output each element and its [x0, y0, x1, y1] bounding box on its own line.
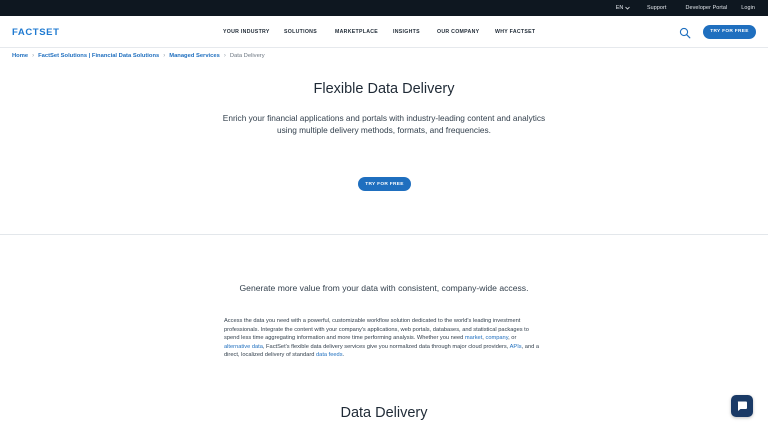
utility-links: EN Support Developer Portal Login [616, 0, 755, 16]
chevron-right-icon: › [32, 53, 35, 59]
chat-button[interactable] [731, 395, 753, 417]
data-delivery-heading: Data Delivery [340, 405, 428, 421]
nav-why-factset[interactable]: WHY FACTSET [495, 29, 535, 35]
developer-portal-link[interactable]: Developer Portal [686, 5, 728, 11]
chevron-right-icon: › [163, 53, 166, 59]
company-link[interactable]: company [485, 335, 508, 341]
body-text-3: , or [508, 335, 517, 341]
page-title: Flexible Data Delivery [313, 81, 455, 97]
login-link[interactable]: Login [741, 5, 755, 11]
try-for-free-hero-button[interactable]: TRY FOR FREE [358, 177, 411, 191]
chat-icon [737, 401, 747, 411]
body-text-6: . [342, 352, 345, 358]
breadcrumb-managed-services[interactable]: Managed Services [169, 53, 220, 59]
nav-solutions[interactable]: SOLUTIONS [284, 29, 317, 35]
utility-bar: EN Support Developer Portal Login [0, 0, 768, 16]
section-divider [0, 234, 768, 235]
chevron-down-icon [625, 6, 630, 10]
factset-logo[interactable]: FACTSET [12, 27, 59, 38]
section-body: Access the data you need with a powerful… [224, 317, 544, 360]
support-link[interactable]: Support [647, 5, 667, 11]
apis-link[interactable]: APIs [510, 344, 522, 350]
breadcrumb-factset-solutions[interactable]: FactSet Solutions | Financial Data Solut… [38, 53, 159, 59]
language-label: EN [615, 5, 624, 11]
search-icon[interactable] [679, 26, 691, 39]
market-link[interactable]: market [465, 335, 482, 341]
section-subtitle: Generate more value from your data with … [239, 283, 529, 293]
nav-our-company[interactable]: OUR COMPANY [437, 29, 479, 35]
body-text-4: , FactSet's flexible data delivery servi… [262, 343, 510, 350]
nav-your-industry[interactable]: YOUR INDUSTRY [223, 29, 270, 35]
chevron-right-icon: › [223, 53, 226, 59]
try-for-free-header-button[interactable]: TRY FOR FREE [703, 24, 756, 39]
main-header: FACTSET YOUR INDUSTRY SOLUTIONS MARKETPL… [0, 16, 768, 48]
nav-marketplace[interactable]: MARKETPLACE [335, 29, 378, 35]
alternative-data-link[interactable]: alternative data [224, 344, 263, 350]
language-selector[interactable]: EN [616, 5, 630, 11]
breadcrumb-home[interactable]: Home [12, 53, 28, 59]
breadcrumb-current: Data Delivery [229, 53, 265, 59]
data-feeds-link[interactable]: data feeds [316, 352, 343, 358]
breadcrumb: Home › FactSet Solutions | Financial Dat… [12, 53, 265, 59]
hero-description: Enrich your financial applications and p… [222, 113, 546, 136]
nav-insights[interactable]: INSIGHTS [393, 29, 420, 35]
